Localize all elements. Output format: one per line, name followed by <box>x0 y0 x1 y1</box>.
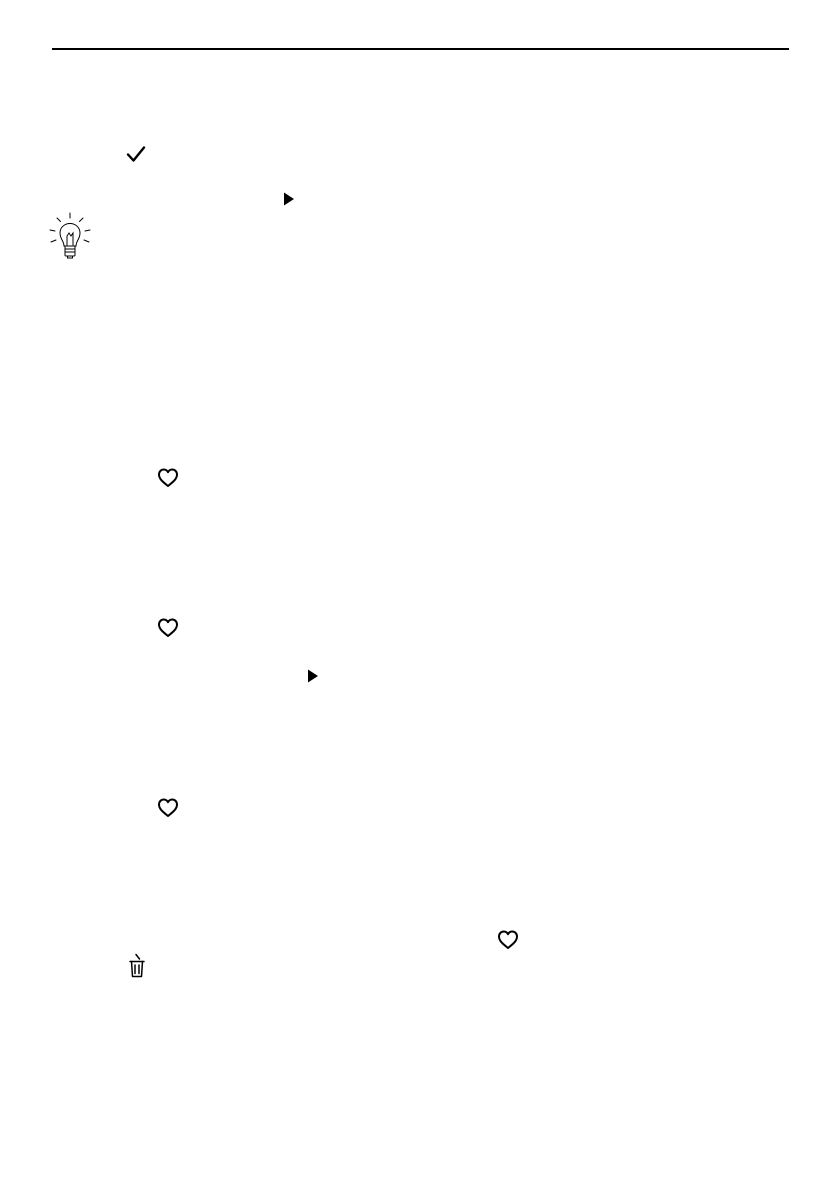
heart-icon <box>157 468 179 488</box>
heart-icon <box>497 930 519 950</box>
header-rule <box>52 48 789 50</box>
manual-page <box>0 0 840 1192</box>
play-icon <box>283 192 295 206</box>
check-icon <box>125 145 147 165</box>
play-icon <box>307 669 319 683</box>
heart-icon <box>157 618 179 638</box>
lightbulb-tip-icon <box>48 212 92 262</box>
trash-icon <box>127 953 147 979</box>
heart-icon <box>157 798 179 818</box>
